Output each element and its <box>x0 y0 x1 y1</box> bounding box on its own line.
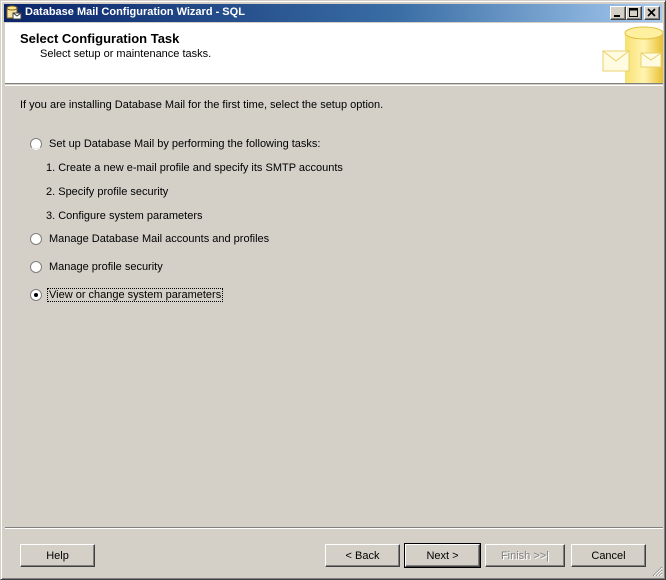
database-mail-logo-icon <box>602 26 663 83</box>
option-system-parameters-label: View or change system parameters <box>46 288 224 302</box>
cancel-button[interactable]: Cancel <box>571 544 646 567</box>
wizard-header: Select Configuration Task Select setup o… <box>5 23 663 84</box>
option-manage-accounts-label: Manage Database Mail accounts and profil… <box>49 233 270 245</box>
minimize-icon <box>614 15 620 17</box>
setup-task-3: 3. Configure system parameters <box>46 210 203 222</box>
close-button[interactable] <box>644 6 660 20</box>
option-setup-label: Set up Database Mail by performing the f… <box>49 138 321 150</box>
radio-setup-icon[interactable] <box>30 138 42 150</box>
setup-task-1: 1. Create a new e-mail profile and speci… <box>46 162 343 174</box>
intro-text: If you are installing Database Mail for … <box>20 99 384 111</box>
footer-divider <box>5 527 663 529</box>
page-subtitle: Select setup or maintenance tasks. <box>40 48 212 60</box>
radio-system-parameters-icon[interactable] <box>30 289 42 301</box>
window-title: Database Mail Configuration Wizard - SQL <box>25 6 245 18</box>
next-button[interactable]: Next > <box>404 543 481 568</box>
finish-button[interactable]: Finish >>| <box>485 544 565 567</box>
help-button[interactable]: Help <box>20 544 95 567</box>
radio-manage-accounts-icon[interactable] <box>30 233 42 245</box>
close-icon <box>647 8 656 17</box>
maximize-button[interactable] <box>626 6 642 20</box>
title-bar[interactable]: Database Mail Configuration Wizard - SQL <box>4 4 662 22</box>
radio-profile-security-icon[interactable] <box>30 261 42 273</box>
wizard-window: Database Mail Configuration Wizard - SQL… <box>0 0 666 580</box>
back-button[interactable]: < Back <box>325 544 400 567</box>
option-profile-security-label: Manage profile security <box>49 261 163 273</box>
page-title: Select Configuration Task <box>20 31 180 46</box>
setup-task-2: 2. Specify profile security <box>46 186 169 198</box>
header-divider <box>5 85 663 86</box>
database-mail-app-icon <box>6 5 22 20</box>
resize-grip-icon[interactable] <box>651 565 663 577</box>
maximize-icon <box>629 8 638 17</box>
minimize-button[interactable] <box>610 6 626 20</box>
